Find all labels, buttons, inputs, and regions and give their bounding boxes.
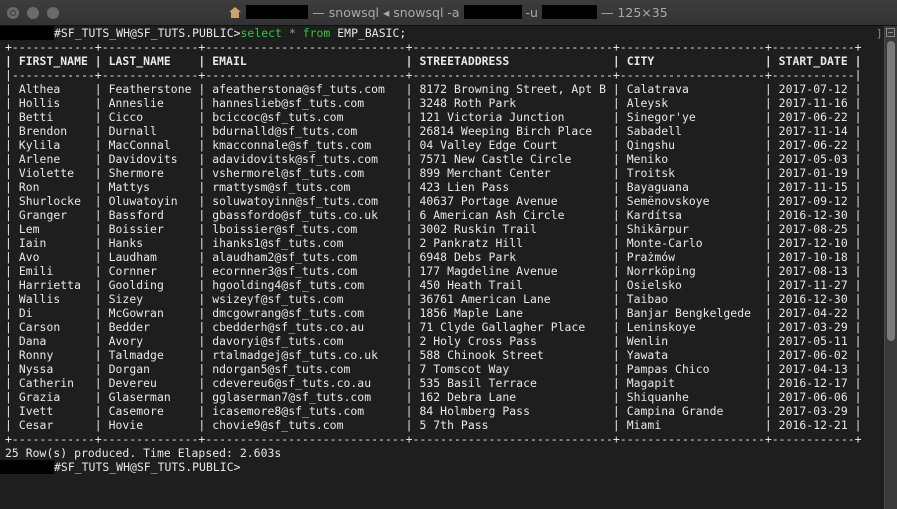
- window-titlebar: — snowsql ◂ snowsql -a -u — 125×35: [0, 0, 897, 26]
- sql-keyword: from: [302, 26, 331, 40]
- prompt-text: #SF_TUTS_WH@SF_TUTS.PUBLIC>: [54, 460, 241, 474]
- window-title: — snowsql ◂ snowsql -a -u — 125×35: [0, 5, 897, 20]
- command-line: #SF_TUTS_WH@SF_TUTS.PUBLIC>select * from…: [0, 26, 407, 40]
- table-row: | Emili | Cornner | ecornner3@sf_tuts.co…: [5, 264, 862, 278]
- split-pane-icon[interactable]: [886, 28, 895, 37]
- redacted-prompt-user: [0, 26, 54, 40]
- title-text: — snowsql ◂ snowsql -a: [308, 5, 464, 20]
- scrollbar[interactable]: [884, 26, 897, 509]
- table-row: | Grazia | Glaserman | gglaserman7@sf_tu…: [5, 390, 862, 404]
- summary-line: 25 Row(s) produced. Time Elapsed: 2.603s: [5, 446, 282, 460]
- table-row: | Wallis | Sizey | wsizeyf@sf_tuts.com |…: [5, 292, 862, 306]
- table-row: | Avo | Laudham | alaudham2@sf_tuts.com …: [5, 250, 862, 264]
- table-row: | Harrietta | Goolding | hgoolding4@sf_t…: [5, 278, 862, 292]
- prompt-text: #SF_TUTS_WH@SF_TUTS.PUBLIC>: [54, 26, 241, 40]
- redacted-account: [463, 5, 522, 19]
- table-row: | Shurlocke | Oluwatoyin | soluwatoyinn@…: [5, 194, 862, 208]
- table-row: | Catherin | Devereu | cdevereu6@sf_tuts…: [5, 376, 862, 390]
- table-row: | Lem | Boissier | lboissier@sf_tuts.com…: [5, 222, 862, 236]
- table-row: | Di | McGowran | dmcgowrang@sf_tuts.com…: [5, 306, 862, 320]
- sql-keyword: select: [240, 26, 282, 40]
- table-row: | Althea | Featherstone | afeatherstona@…: [5, 82, 862, 96]
- title-size: — 125×35: [596, 5, 668, 20]
- table-row: | Ron | Mattys | rmattysm@sf_tuts.com | …: [5, 180, 862, 194]
- redacted-prompt-user: [0, 460, 54, 474]
- table-row: | Betti | Cicco | bciccoc@sf_tuts.com | …: [5, 110, 862, 124]
- table-row: | Violette | Shermore | vshermorel@sf_tu…: [5, 166, 862, 180]
- home-icon: [229, 7, 242, 18]
- title-text: -u: [521, 5, 542, 20]
- table-border-bottom: +------------+--------------+-----------…: [5, 432, 862, 446]
- redacted-username: [246, 5, 309, 19]
- table-row: | Ivett | Casemore | icasemore8@sf_tuts.…: [5, 404, 862, 418]
- table-row: | Arlene | Davidovits | adavidovitsk@sf_…: [5, 152, 862, 166]
- table-border-top: +------------+--------------+-----------…: [5, 40, 862, 54]
- table-row: | Ronny | Talmadge | rtalmadgej@sf_tuts.…: [5, 348, 862, 362]
- mark-bracket: ]: [876, 27, 883, 40]
- sql-text: EMP_BASIC;: [330, 26, 407, 40]
- table-row: | Brendon | Durnall | bdurnalld@sf_tuts.…: [5, 124, 862, 138]
- table-row: | Iain | Hanks | ihanks1@sf_tuts.com | 2…: [5, 236, 862, 250]
- scrollbar-thumb[interactable]: [887, 41, 895, 341]
- table-row: | Hollis | Anneslie | hanneslieb@sf_tuts…: [5, 96, 862, 110]
- table-header: | FIRST_NAME | LAST_NAME | EMAIL | STREE…: [5, 54, 862, 68]
- table-row: | Dana | Avory | davoryi@sf_tuts.com | 2…: [5, 334, 862, 348]
- terminal-output[interactable]: #SF_TUTS_WH@SF_TUTS.PUBLIC>select * from…: [0, 26, 884, 509]
- table-row: | Nyssa | Dorgan | ndorgan5@sf_tuts.com …: [5, 362, 862, 376]
- table-row: | Cesar | Hovie | chovie9@sf_tuts.com | …: [5, 418, 862, 432]
- table-row: | Granger | Bassford | gbassfordo@sf_tut…: [5, 208, 862, 222]
- table-header-separator: |------------+--------------+-----------…: [5, 68, 862, 82]
- sql-text: *: [281, 26, 303, 40]
- prompt-line[interactable]: #SF_TUTS_WH@SF_TUTS.PUBLIC>: [0, 460, 241, 474]
- table-row: | Kylila | MacConnal | kmacconnale@sf_tu…: [5, 138, 862, 152]
- table-row: | Carson | Bedder | cbedderh@sf_tuts.co.…: [5, 320, 862, 334]
- redacted-user: [541, 5, 597, 19]
